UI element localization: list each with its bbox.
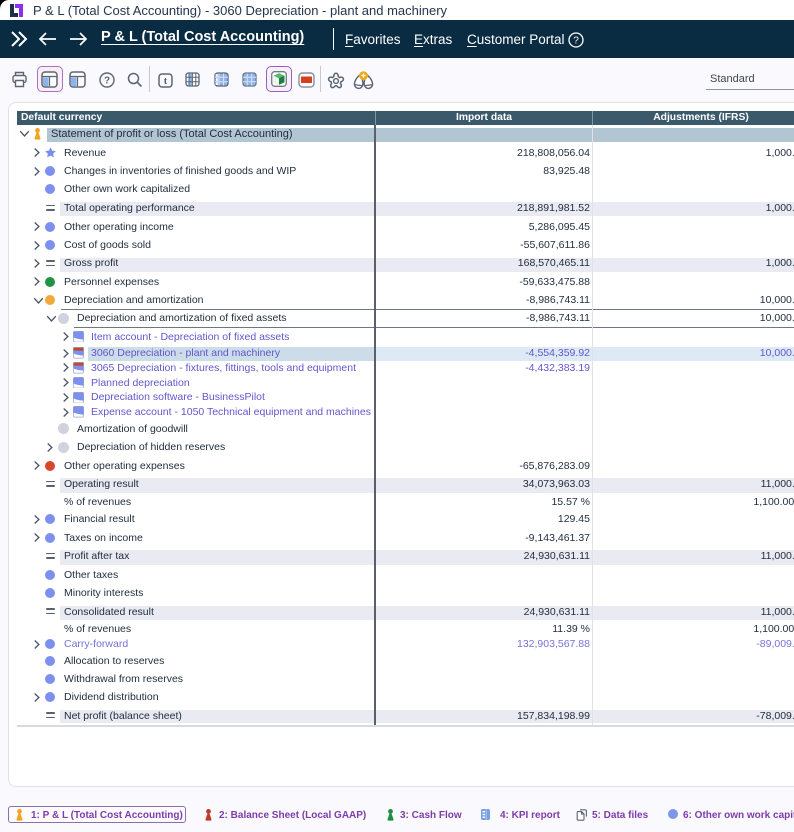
svg-text:?: ? [573, 36, 579, 47]
svg-text:?: ? [104, 76, 110, 87]
svg-text:t: t [163, 76, 167, 87]
